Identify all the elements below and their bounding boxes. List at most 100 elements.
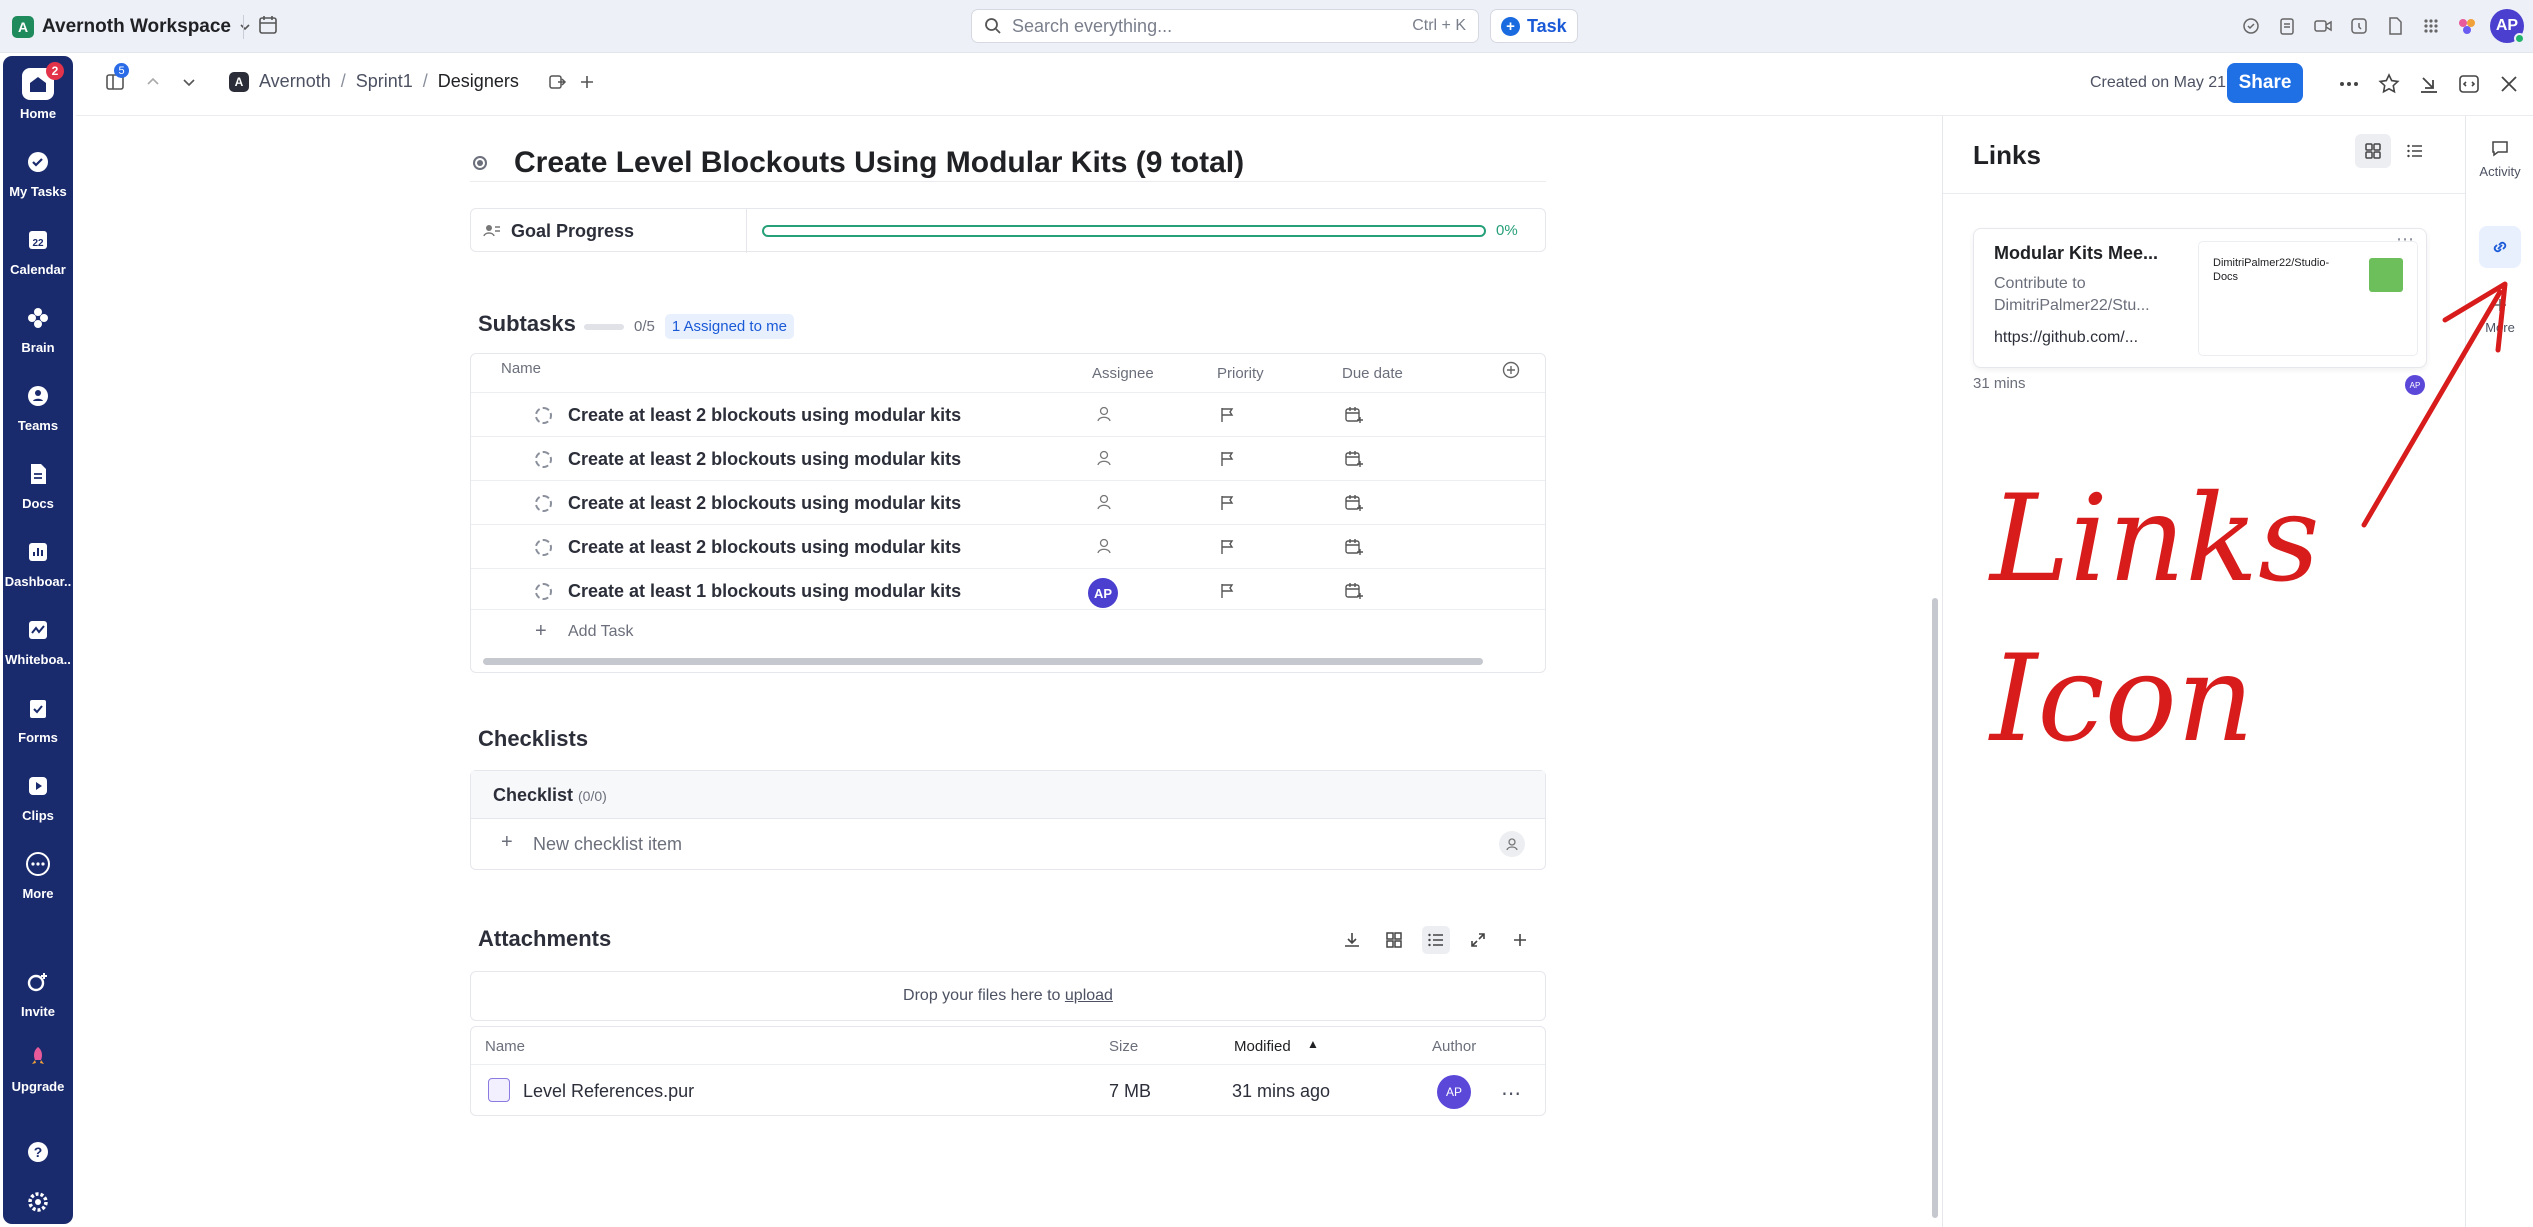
subtask-row[interactable]: Create at least 2 blockouts using modula… <box>471 524 1545 568</box>
grid-view-icon[interactable] <box>1380 926 1408 954</box>
assignee-avatar[interactable]: AP <box>1088 578 1118 608</box>
notepad-icon[interactable] <box>2276 15 2298 37</box>
nav-invite[interactable]: Invite <box>3 966 73 1019</box>
add-task-row[interactable]: + Add Task <box>471 609 1545 653</box>
author-avatar[interactable]: AP <box>1437 1075 1471 1109</box>
nav-brain[interactable]: Brain <box>3 302 73 355</box>
new-checklist-item-input[interactable]: New checklist item <box>533 834 682 855</box>
nav-teams[interactable]: Teams <box>3 380 73 433</box>
subtask-row[interactable]: Create at least 2 blockouts using modula… <box>471 480 1545 524</box>
list-view-icon[interactable] <box>1422 926 1450 954</box>
assign-user-icon[interactable] <box>1095 405 1113 423</box>
list-view-icon[interactable] <box>2397 134 2433 168</box>
assign-user-icon[interactable] <box>1095 537 1113 555</box>
subtask-name[interactable]: Create at least 1 blockouts using modula… <box>568 581 961 602</box>
nav-home[interactable]: 2 Home <box>3 62 73 121</box>
nav-calendar[interactable]: 22 Calendar <box>3 224 73 277</box>
task-title[interactable]: Create Level Blockouts Using Modular Kit… <box>514 146 1244 180</box>
grid-view-icon[interactable] <box>2355 134 2391 168</box>
calendar-icon[interactable] <box>256 13 280 37</box>
nav-docs[interactable]: Docs <box>3 458 73 511</box>
search-bar[interactable]: Search everything... Ctrl + K <box>971 9 1479 43</box>
ellipsis-icon[interactable] <box>2337 72 2361 96</box>
subtask-name[interactable]: Create at least 2 blockouts using modula… <box>568 449 961 470</box>
breadcrumb-item[interactable]: Designers <box>438 71 519 92</box>
star-icon[interactable] <box>2377 72 2401 96</box>
attachment-row[interactable]: Level References.pur 7 MB 31 mins ago AP… <box>471 1065 1545 1115</box>
column-due-date[interactable]: Due date <box>1342 365 1403 382</box>
row-menu-icon[interactable]: ⋯ <box>1501 1081 1521 1106</box>
nav-forms[interactable]: Forms <box>3 692 73 745</box>
nav-clips[interactable]: Clips <box>3 770 73 823</box>
subtask-row[interactable]: Create at least 2 blockouts using modula… <box>471 392 1545 436</box>
download-all-icon[interactable] <box>1338 926 1366 954</box>
link-menu-icon[interactable]: ⋯ <box>2396 229 2414 250</box>
column-assignee[interactable]: Assignee <box>1092 365 1154 382</box>
new-task-button[interactable]: + Task <box>1490 9 1578 43</box>
calendar-add-icon[interactable] <box>1344 406 1364 424</box>
nav-help[interactable]: ? <box>3 1136 73 1168</box>
subtask-row[interactable]: Create at least 1 blockouts using modula… <box>471 568 1545 612</box>
flag-icon[interactable] <box>1218 406 1236 424</box>
assign-user-icon[interactable] <box>1095 493 1113 511</box>
calendar-add-icon[interactable] <box>1344 450 1364 468</box>
links-tab[interactable] <box>2479 226 2521 268</box>
column-author[interactable]: Author <box>1432 1038 1476 1055</box>
add-icon[interactable] <box>577 72 597 92</box>
close-icon[interactable] <box>2497 72 2521 96</box>
expand-icon[interactable] <box>2457 72 2481 96</box>
download-icon[interactable] <box>2417 72 2441 96</box>
calendar-add-icon[interactable] <box>1344 582 1364 600</box>
subtask-name[interactable]: Create at least 2 blockouts using modula… <box>568 493 961 514</box>
add-column-icon[interactable] <box>1501 360 1521 380</box>
column-name[interactable]: Name <box>501 360 541 377</box>
chevron-up-icon[interactable] <box>144 73 162 91</box>
expand-icon[interactable] <box>1464 926 1492 954</box>
subtask-status-icon[interactable] <box>535 451 552 468</box>
user-avatar[interactable]: AP <box>2490 9 2525 44</box>
horizontal-scrollbar[interactable] <box>483 658 1483 665</box>
video-icon[interactable] <box>2312 15 2334 37</box>
nav-settings[interactable] <box>3 1186 73 1218</box>
flag-icon[interactable] <box>1218 494 1236 512</box>
column-size[interactable]: Size <box>1109 1038 1138 1055</box>
subtask-name[interactable]: Create at least 2 blockouts using modula… <box>568 405 961 426</box>
assign-user-icon[interactable] <box>1499 831 1525 857</box>
upload-link[interactable]: upload <box>1065 987 1113 1004</box>
column-name[interactable]: Name <box>485 1038 525 1055</box>
nav-more[interactable]: More <box>3 848 73 901</box>
flag-icon[interactable] <box>1218 538 1236 556</box>
breadcrumb-item[interactable]: Avernoth <box>259 71 331 92</box>
ai-sparkle-icon[interactable] <box>2456 15 2478 37</box>
breadcrumb-item[interactable]: Sprint1 <box>356 71 413 92</box>
share-button[interactable]: Share <box>2227 63 2303 103</box>
flag-icon[interactable] <box>1218 582 1236 600</box>
subtask-status-icon[interactable] <box>535 539 552 556</box>
subtask-status-icon[interactable] <box>535 495 552 512</box>
subtask-row[interactable]: Create at least 2 blockouts using modula… <box>471 436 1545 480</box>
calendar-add-icon[interactable] <box>1344 494 1364 512</box>
file-name[interactable]: Level References.pur <box>523 1081 694 1102</box>
clock-icon[interactable] <box>2348 15 2370 37</box>
column-modified[interactable]: Modified <box>1234 1038 1291 1055</box>
subtask-name[interactable]: Create at least 2 blockouts using modula… <box>568 537 961 558</box>
flag-icon[interactable] <box>1218 450 1236 468</box>
document-icon[interactable] <box>2384 15 2406 37</box>
status-icon[interactable] <box>473 156 487 170</box>
subtask-status-icon[interactable] <box>535 583 552 600</box>
file-drop-zone[interactable]: Drop your files here to upload <box>470 971 1546 1021</box>
apps-grid-icon[interactable] <box>2420 15 2442 37</box>
nav-whiteboards[interactable]: Whiteboa.. <box>3 614 73 667</box>
assign-user-icon[interactable] <box>1095 449 1113 467</box>
nav-upgrade[interactable]: Upgrade <box>3 1041 73 1094</box>
sidebar-toggle-button[interactable]: 5 <box>104 63 129 93</box>
chevron-down-icon[interactable] <box>180 73 198 91</box>
check-circle-icon[interactable] <box>2240 15 2262 37</box>
subtask-status-icon[interactable] <box>535 407 552 424</box>
vertical-scrollbar[interactable] <box>1932 598 1938 1218</box>
activity-tab[interactable]: Activity <box>2466 138 2533 179</box>
checklist-header[interactable]: Checklist (0/0) <box>471 771 1545 819</box>
nav-dashboards[interactable]: Dashboar.. <box>3 536 73 589</box>
workspace-switcher[interactable]: A Avernoth Workspace <box>6 9 261 44</box>
column-priority[interactable]: Priority <box>1217 365 1264 382</box>
